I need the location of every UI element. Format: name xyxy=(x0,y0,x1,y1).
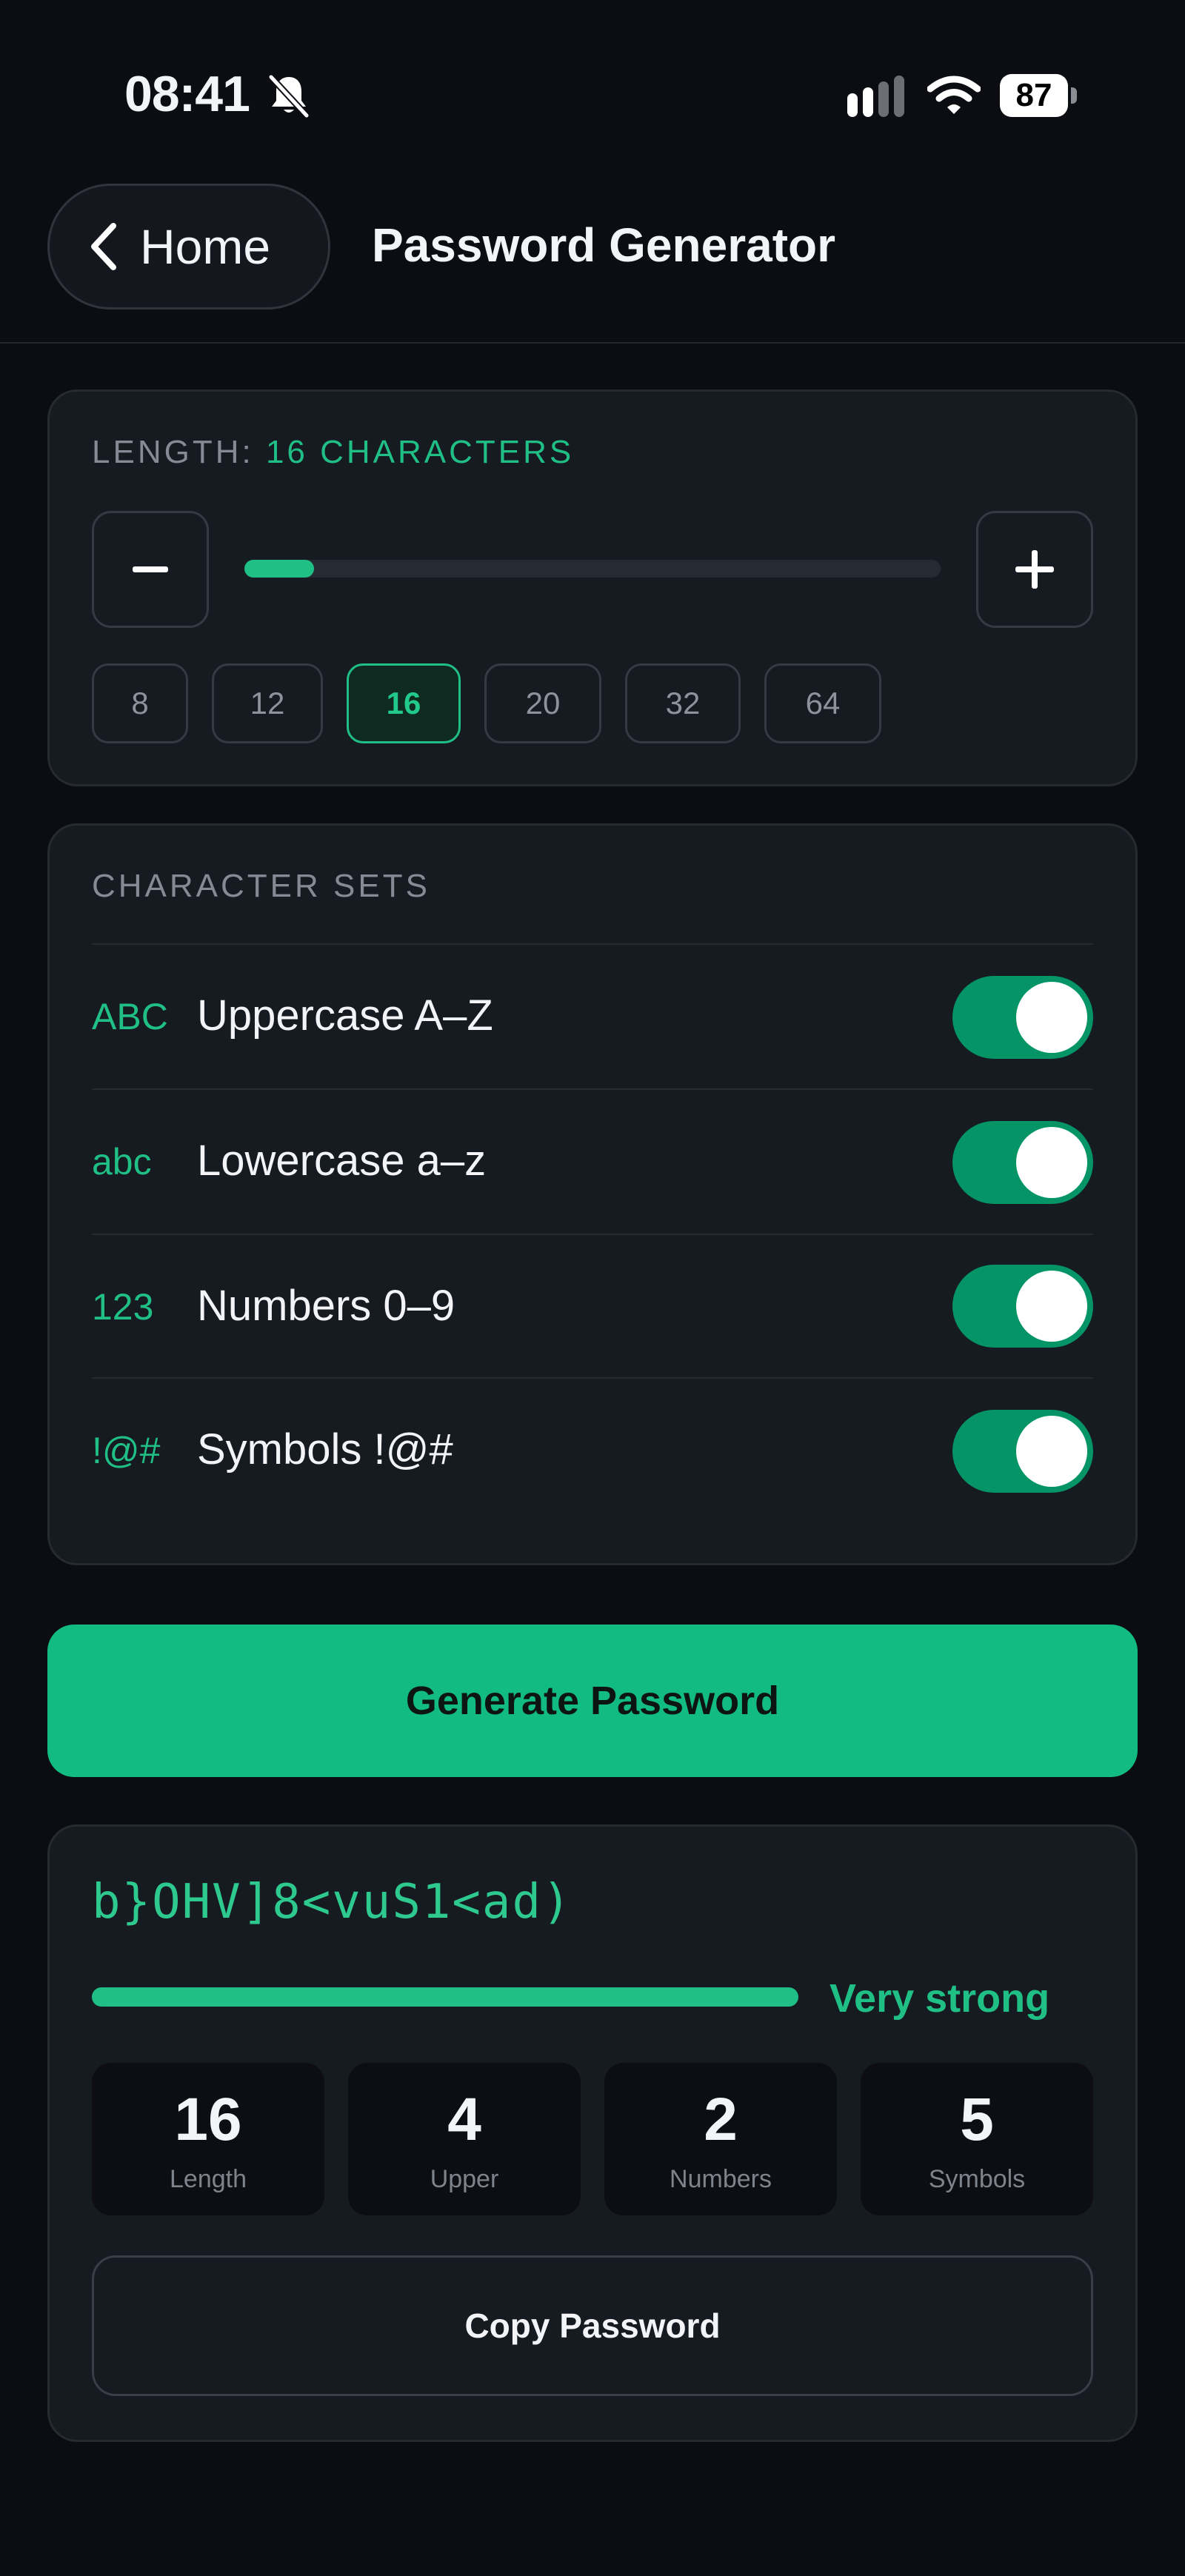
decrease-length-button[interactable] xyxy=(92,511,209,628)
row-divider xyxy=(92,1377,1093,1379)
stat-label: Upper xyxy=(430,2165,499,2193)
stat-value: 2 xyxy=(704,2086,738,2153)
toggle-knob xyxy=(1016,982,1087,1053)
stat-symbols: 5 Symbols xyxy=(861,2063,1093,2215)
strength-meter xyxy=(92,1987,798,2007)
preset-12[interactable]: 12 xyxy=(212,663,323,743)
symbols-code: !@# xyxy=(92,1430,161,1471)
uppercase-label: Uppercase A–Z xyxy=(197,991,493,1040)
silent-bell-icon xyxy=(268,74,310,118)
generate-password-button[interactable]: Generate Password xyxy=(47,1625,1138,1777)
minus-icon xyxy=(133,566,168,572)
stat-label: Symbols xyxy=(928,2165,1026,2193)
length-value: 16 CHARACTERS xyxy=(265,434,575,470)
strength-label: Very strong xyxy=(830,1976,1050,2021)
length-slider[interactable] xyxy=(244,560,941,578)
back-label: Home xyxy=(140,219,271,274)
stat-value: 4 xyxy=(447,2086,481,2153)
status-time: 08:41 xyxy=(124,66,250,122)
toggle-knob xyxy=(1016,1271,1087,1342)
chevron-left-icon xyxy=(91,223,116,270)
strength-meter-fill xyxy=(92,1987,798,2007)
toggle-knob xyxy=(1016,1416,1087,1487)
preset-16[interactable]: 16 xyxy=(347,663,461,743)
numbers-label: Numbers 0–9 xyxy=(197,1282,455,1330)
plus-icon xyxy=(1015,550,1054,589)
header-divider xyxy=(0,342,1185,344)
preset-8[interactable]: 8 xyxy=(92,663,188,743)
length-slider-fill xyxy=(244,560,314,578)
battery-level: 87 xyxy=(1015,77,1052,113)
page-title: Password Generator xyxy=(372,218,835,272)
character-sets-label: CHARACTER SETS xyxy=(92,868,430,904)
copy-password-button[interactable]: Copy Password xyxy=(92,2255,1093,2396)
wifi-icon xyxy=(927,76,981,114)
stat-upper: 4 Upper xyxy=(348,2063,581,2215)
length-label: LENGTH: 16 CHARACTERS xyxy=(92,434,575,470)
symbols-label: Symbols !@# xyxy=(197,1425,453,1473)
stat-length: 16 Length xyxy=(92,2063,324,2215)
uppercase-toggle[interactable] xyxy=(952,976,1093,1059)
lowercase-code: abc xyxy=(92,1141,152,1182)
stat-value: 16 xyxy=(174,2086,242,2153)
toggle-knob xyxy=(1016,1127,1087,1198)
lowercase-toggle[interactable] xyxy=(952,1121,1093,1204)
stat-label: Length xyxy=(170,2165,247,2193)
stat-numbers: 2 Numbers xyxy=(604,2063,837,2215)
preset-32[interactable]: 32 xyxy=(625,663,741,743)
increase-length-button[interactable] xyxy=(976,511,1093,628)
stat-label: Numbers xyxy=(670,2165,772,2193)
numbers-toggle[interactable] xyxy=(952,1265,1093,1348)
lowercase-label: Lowercase a–z xyxy=(197,1137,487,1185)
symbols-toggle[interactable] xyxy=(952,1410,1093,1493)
uppercase-code: ABC xyxy=(92,996,168,1037)
preset-20[interactable]: 20 xyxy=(484,663,601,743)
row-divider xyxy=(92,943,1093,945)
generated-password: b}OHV]8<vuS1<ad) xyxy=(92,1875,573,1930)
row-divider xyxy=(92,1234,1093,1235)
numbers-code: 123 xyxy=(92,1286,154,1328)
preset-64[interactable]: 64 xyxy=(764,663,881,743)
row-divider xyxy=(92,1088,1093,1090)
battery-icon: 87 xyxy=(1000,74,1078,117)
stat-value: 5 xyxy=(960,2086,994,2153)
back-home-button[interactable]: Home xyxy=(47,184,330,310)
